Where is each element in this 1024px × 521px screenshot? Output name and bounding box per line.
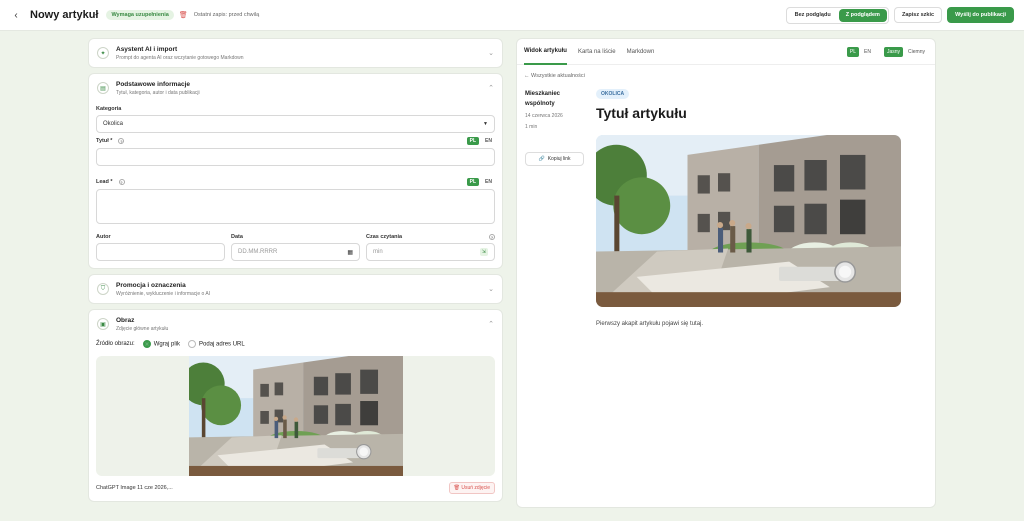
preview-panel: Widok artykułu Karta na liście Markdown … (516, 38, 936, 508)
top-bar: ‹ Nowy artykuł Wymaga uzupełnienia 🗑 Ost… (0, 0, 1024, 31)
image-source-radios: Źródło obrazu: Wgraj plik Podaj adres UR… (96, 340, 495, 348)
document-icon: ▤ (97, 82, 109, 94)
preview-off-button[interactable]: Bez podglądu (787, 8, 838, 22)
article-date: 14 czerwca 2026 (525, 113, 563, 119)
image-section-subtitle: Zdjęcie główne artykułu (116, 325, 169, 332)
preview-lang-en[interactable]: EN (861, 47, 874, 57)
theme-light-button[interactable]: Jasny (883, 46, 904, 57)
ai-section-subtitle: Prompt do agenta AI oraz wczytanie gotow… (116, 54, 244, 61)
ai-section-title: Asystent AI i import (116, 45, 178, 53)
link-icon: 🔗 (538, 156, 545, 162)
tab-markdown[interactable]: Markdown (627, 39, 655, 65)
status-badge: Wymaga uzupełnienia (106, 10, 174, 20)
chevron-up-icon[interactable]: ⌃ (488, 320, 494, 328)
radio-url[interactable]: Podaj adres URL (188, 340, 245, 348)
publish-button[interactable]: Wyślij do publikacji (947, 7, 1014, 23)
help-icon[interactable]: ? (118, 179, 125, 185)
lead-textarea[interactable] (96, 189, 495, 224)
preview-on-button[interactable]: Z podglądem (838, 8, 887, 22)
sparkle-icon: ✦ (97, 47, 109, 59)
help-icon[interactable]: ? (489, 234, 495, 240)
title-label: Tytuł * (96, 138, 113, 144)
copy-link-button[interactable]: 🔗 Kopiuj link (525, 152, 584, 166)
lead-lang-en[interactable]: EN (482, 178, 495, 186)
date-placeholder: DD.MM.RRRR (238, 249, 278, 255)
radio-url-label[interactable]: Podaj adres URL (199, 342, 245, 348)
preview-toggle: Bez podglądu Z podglądem (785, 6, 889, 24)
basic-info-section: ▤ Podstawowe informacje Tytuł, kategoria… (88, 73, 503, 269)
radio-selected-icon[interactable] (142, 340, 151, 348)
promo-section[interactable]: ⛉ Promocja i oznaczenia Wyróżnienie, wyk… (88, 274, 503, 304)
tab-article-view[interactable]: Widok artykułu (524, 39, 567, 65)
last-saved-text: Ostatni zapis: przed chwilą (193, 12, 260, 18)
theme-dark-button[interactable]: Ciemny (905, 47, 928, 57)
author-name-line2: wspólnoty (525, 101, 555, 107)
all-news-link[interactable]: ← Wszystkie aktualności (524, 73, 585, 79)
radio-upload[interactable]: Wgraj plik (142, 340, 180, 348)
basic-section-subtitle: Tytuł, kategoria, autor i data publikacj… (116, 89, 200, 96)
preview-lang-pl[interactable]: PL (846, 46, 860, 57)
tab-list-card[interactable]: Karta na liście (578, 39, 616, 65)
lead-label: Lead * (96, 179, 113, 185)
promo-section-title: Promocja i oznaczenia (116, 281, 186, 289)
image-source-label: Źródło obrazu: (96, 341, 135, 347)
save-draft-button[interactable]: Zapisz szkic (893, 7, 943, 23)
category-value: Okolica (103, 121, 124, 127)
date-label: Data (231, 234, 243, 240)
help-icon[interactable]: ? (118, 138, 125, 144)
chevron-down-icon[interactable]: ⌄ (488, 285, 494, 293)
trash-icon[interactable]: 🗑 (179, 11, 188, 19)
category-badge: OKOLICA (596, 89, 630, 99)
promo-section-subtitle: Wyróżnienie, wykluczenie i informacje o … (116, 290, 211, 297)
image-section: ▣ Obraz Zdjęcie główne artykułu ⌃ Źródło… (88, 309, 503, 502)
radio-upload-label[interactable]: Wgraj plik (154, 342, 180, 348)
category-label: Kategoria (96, 106, 122, 112)
image-icon: ▣ (97, 318, 109, 330)
editor-column: ✦ Asystent AI i import Prompt do agenta … (88, 38, 503, 507)
remove-image-label: Usuń zdjęcie (461, 485, 490, 491)
copy-link-label: Kopiuj link (547, 156, 571, 162)
title-lang-en[interactable]: EN (482, 137, 495, 145)
uploaded-image (189, 356, 403, 476)
title-input[interactable] (96, 148, 495, 166)
chevron-up-icon[interactable]: ⌃ (488, 84, 494, 92)
caret-down-icon: ▼ (483, 121, 488, 127)
remove-image-button[interactable]: 🗑 Usuń zdjęcie (448, 482, 495, 494)
read-time-label: Czas czytania (366, 234, 403, 240)
read-time-input[interactable]: min ⇲ (366, 243, 495, 261)
hero-image (596, 135, 901, 307)
chevron-down-icon[interactable]: ⌄ (488, 49, 494, 57)
title-lang-pl[interactable]: PL (466, 137, 480, 145)
date-input[interactable]: DD.MM.RRRR ▦ (231, 243, 360, 261)
calendar-icon[interactable]: ▦ (347, 249, 353, 256)
ai-section[interactable]: ✦ Asystent AI i import Prompt do agenta … (88, 38, 503, 68)
article-read-time: 1 min (525, 124, 538, 130)
auto-calc-icon[interactable]: ⇲ (479, 248, 488, 256)
lead-lang-pl[interactable]: PL (466, 178, 480, 186)
file-name: ChatGPT Image 11 cze 2026,... (96, 485, 173, 491)
author-label: Autor (96, 234, 111, 240)
image-preview (96, 356, 495, 476)
shield-icon: ⛉ (97, 283, 109, 295)
radio-empty-icon[interactable] (188, 340, 197, 348)
author-input[interactable] (96, 243, 225, 261)
page-title: Nowy artykuł (30, 9, 99, 21)
basic-section-title: Podstawowe informacje (116, 80, 191, 88)
back-icon[interactable]: ‹ (10, 9, 22, 21)
category-select[interactable]: Okolica ▼ (96, 115, 495, 133)
image-section-title: Obraz (116, 316, 135, 324)
read-time-placeholder: min (373, 249, 383, 255)
article-title: Tytuł artykułu (596, 105, 687, 121)
hero-image-graphic (596, 135, 901, 307)
author-name-line1: Mieszkaniec (525, 91, 561, 97)
article-paragraph: Pierwszy akapit artykułu pojawi się tuta… (596, 321, 704, 327)
